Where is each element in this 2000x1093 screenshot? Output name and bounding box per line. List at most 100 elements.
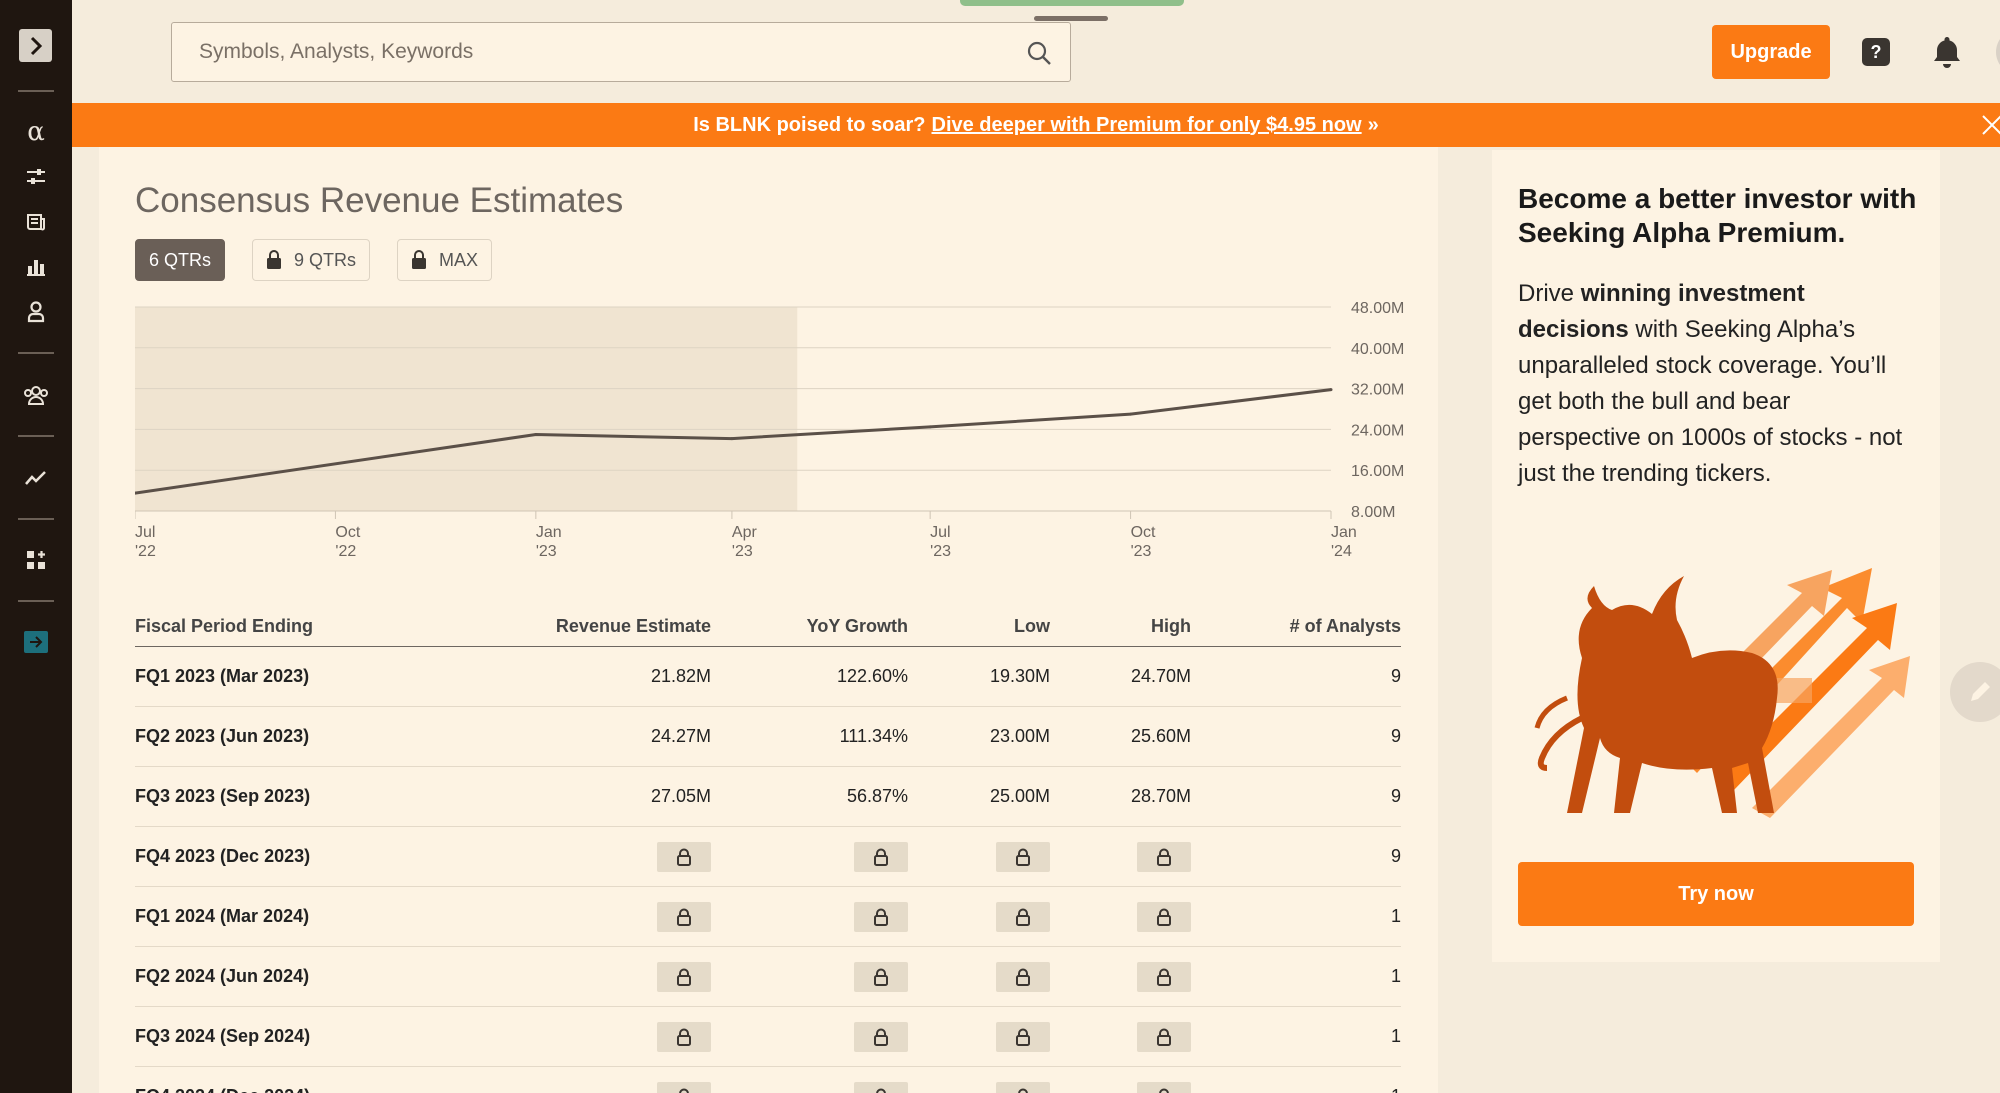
avatar[interactable] bbox=[1996, 29, 2000, 75]
locked-value[interactable] bbox=[1137, 1021, 1191, 1052]
tab-9-qtrs[interactable]: 9 QTRs bbox=[252, 239, 371, 281]
lock-icon bbox=[1157, 908, 1171, 926]
locked-value[interactable] bbox=[996, 1081, 1050, 1093]
x-tick-label: Oct bbox=[335, 524, 360, 541]
locked-value[interactable] bbox=[854, 1081, 908, 1093]
yoy-cell bbox=[854, 1007, 908, 1066]
bell-icon[interactable] bbox=[1930, 34, 1964, 70]
sidebar-item-apps[interactable] bbox=[0, 540, 72, 580]
lock-icon bbox=[874, 908, 888, 926]
x-tick-label: Jan bbox=[1331, 524, 1357, 541]
sidebar-item-community[interactable] bbox=[0, 375, 72, 415]
table-row: FQ2 2024 (Jun 2024) 1 bbox=[135, 947, 1401, 1007]
high-cell bbox=[1137, 887, 1191, 946]
yoy-cell bbox=[854, 1067, 908, 1093]
locked-value[interactable] bbox=[996, 901, 1050, 932]
yoy-cell: 56.87% bbox=[846, 786, 908, 806]
tab-max[interactable]: MAX bbox=[397, 239, 493, 281]
collapse-sidebar-button[interactable] bbox=[24, 631, 48, 653]
user-icon bbox=[27, 301, 45, 323]
header-analysts[interactable]: # of Analysts bbox=[1290, 607, 1401, 646]
help-icon[interactable]: ? bbox=[1862, 38, 1890, 66]
search-box[interactable] bbox=[171, 22, 1071, 82]
locked-value[interactable] bbox=[1137, 1081, 1191, 1093]
locked-value[interactable] bbox=[657, 1081, 711, 1093]
close-icon[interactable] bbox=[1980, 113, 2000, 137]
sidebar-divider bbox=[18, 352, 54, 354]
promo-body: Drive winning investment decisions with … bbox=[1518, 276, 1918, 492]
sidebar-item-account[interactable] bbox=[0, 292, 72, 332]
locked-value[interactable] bbox=[657, 961, 711, 992]
y-tick-label: 16.00M bbox=[1351, 463, 1404, 480]
header-high[interactable]: High bbox=[1151, 607, 1191, 646]
low-cell bbox=[996, 1067, 1050, 1093]
people-icon bbox=[24, 386, 48, 405]
try-now-button[interactable]: Try now bbox=[1518, 862, 1914, 926]
revenue-chart: 48.00M 40.00M 32.00M 24.00M 16.00M 8.00M Jul '2… bbox=[135, 300, 1404, 560]
tab-6-qtrs[interactable]: 6 QTRs bbox=[135, 239, 226, 281]
locked-value[interactable] bbox=[657, 901, 711, 932]
header-fiscal-period[interactable]: Fiscal Period Ending bbox=[135, 607, 313, 646]
low-cell bbox=[996, 827, 1050, 886]
estimates-table: Fiscal Period Ending Revenue Estimate Yo… bbox=[135, 607, 1401, 1093]
lock-icon bbox=[1157, 848, 1171, 866]
header-revenue-estimate[interactable]: Revenue Estimate bbox=[556, 607, 711, 646]
locked-value[interactable] bbox=[996, 1021, 1050, 1052]
period-cell: FQ1 2023 (Mar 2023) bbox=[135, 666, 310, 686]
sidebar-item-markets[interactable] bbox=[0, 458, 72, 498]
table-row: FQ4 2023 (Dec 2023) 9 bbox=[135, 827, 1401, 887]
yoy-cell: 122.60% bbox=[836, 666, 908, 686]
lock-icon bbox=[1157, 968, 1171, 986]
locked-value[interactable] bbox=[1137, 901, 1191, 932]
locked-value[interactable] bbox=[854, 901, 908, 932]
upgrade-button[interactable]: Upgrade bbox=[1712, 25, 1830, 79]
locked-value[interactable] bbox=[854, 841, 908, 872]
lock-icon bbox=[1016, 1028, 1030, 1046]
locked-value[interactable] bbox=[657, 1021, 711, 1052]
revenue-cell bbox=[657, 947, 711, 1006]
search-icon[interactable] bbox=[1026, 40, 1052, 66]
sidebar-item-screeners[interactable] bbox=[0, 157, 72, 197]
revenue-cell bbox=[657, 1067, 711, 1093]
table-header: Fiscal Period Ending Revenue Estimate Yo… bbox=[135, 607, 1401, 647]
banner-suffix: » bbox=[1367, 113, 1379, 136]
revenue-point bbox=[534, 433, 538, 436]
expand-sidebar-button[interactable] bbox=[19, 29, 52, 62]
user-avatar-icon bbox=[1996, 29, 2000, 75]
low-cell bbox=[996, 887, 1050, 946]
revenue-cell: 24.27M bbox=[650, 726, 711, 746]
sidebar-item-alpha[interactable]: α bbox=[0, 112, 72, 152]
period-cell: FQ2 2024 (Jun 2024) bbox=[135, 966, 310, 986]
sidebar-item-portfolio[interactable] bbox=[0, 247, 72, 287]
analysts-cell: 1 bbox=[1390, 966, 1401, 986]
sidebar-divider bbox=[18, 600, 54, 602]
sidebar-item-news[interactable] bbox=[0, 202, 72, 242]
locked-value[interactable] bbox=[854, 961, 908, 992]
locked-value[interactable] bbox=[854, 1021, 908, 1052]
locked-value[interactable] bbox=[996, 841, 1050, 872]
y-tick-label: 40.00M bbox=[1351, 341, 1404, 358]
sidebar-divider bbox=[18, 435, 54, 437]
locked-value[interactable] bbox=[996, 961, 1050, 992]
period-cell: FQ3 2024 (Sep 2024) bbox=[135, 1026, 311, 1046]
analysts-cell: 9 bbox=[1390, 666, 1401, 686]
drag-handle[interactable] bbox=[1034, 16, 1108, 21]
locked-value[interactable] bbox=[657, 841, 711, 872]
low-cell: 25.00M bbox=[989, 786, 1050, 806]
period-cell: FQ1 2024 (Mar 2024) bbox=[135, 906, 310, 926]
actuals-shaded-region bbox=[135, 307, 798, 511]
low-cell bbox=[996, 947, 1050, 1006]
locked-value[interactable] bbox=[1137, 961, 1191, 992]
search-input[interactable] bbox=[172, 23, 1070, 81]
banner-link[interactable]: Dive deeper with Premium for only $4.95 … bbox=[932, 114, 1362, 137]
header-yoy-growth[interactable]: YoY Growth bbox=[807, 607, 908, 646]
edit-button[interactable] bbox=[1950, 662, 2000, 722]
promo-title: Become a better investor with Seeking Al… bbox=[1518, 183, 1917, 248]
y-tick-label: 32.00M bbox=[1351, 382, 1404, 399]
header-low[interactable]: Low bbox=[1014, 607, 1050, 646]
lock-icon bbox=[679, 1088, 689, 1093]
premium-promo-card: Become a better investor with Seeking Al… bbox=[1492, 150, 1940, 962]
collapse-arrow-icon bbox=[30, 636, 43, 648]
locked-value[interactable] bbox=[1137, 841, 1191, 872]
x-tick-label: Jul bbox=[135, 524, 155, 541]
